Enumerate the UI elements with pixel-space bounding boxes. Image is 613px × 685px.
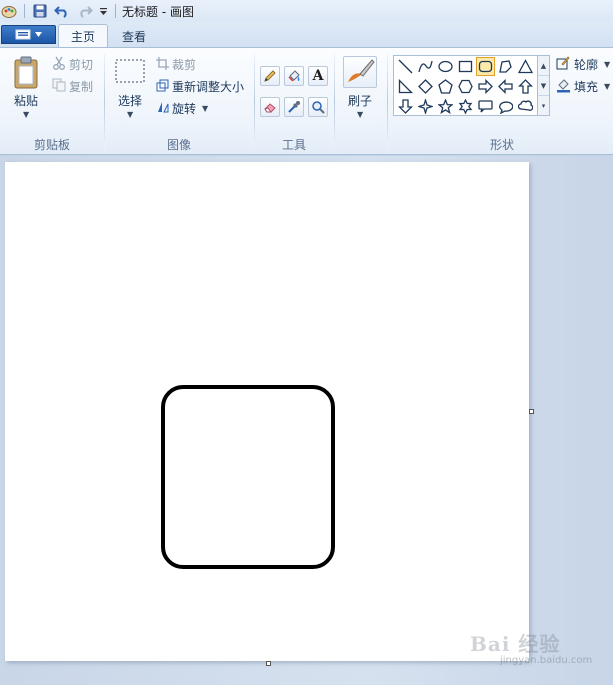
crop-icon (156, 57, 169, 70)
quick-access-separator (115, 4, 116, 18)
shapes-gallery (393, 55, 538, 116)
quick-access-separator (24, 4, 25, 18)
tools-group-label: 工具 (281, 138, 306, 152)
triangle-shape-icon[interactable] (516, 57, 535, 76)
copy-button[interactable]: 复制 (69, 78, 93, 95)
gallery-scroll-up-icon[interactable]: ▲ (538, 56, 549, 76)
group-separator (104, 54, 105, 150)
watermark-text: Bai 经验 (470, 632, 561, 656)
canvas-resize-handle-right[interactable] (529, 409, 534, 414)
paste-label: 粘贴 (13, 94, 38, 108)
outline-icon (556, 56, 570, 70)
magnifier-tool-button[interactable] (308, 97, 328, 117)
copy-icon (52, 78, 66, 92)
shapes-group-label: 形状 (489, 138, 514, 152)
pentagon-shape-icon[interactable] (436, 77, 455, 96)
group-separator (334, 54, 335, 150)
gallery-expand-icon[interactable]: ▾ (538, 96, 549, 116)
select-label: 选择 (117, 94, 142, 108)
rotate-icon (156, 100, 170, 113)
right-triangle-shape-icon[interactable] (396, 77, 415, 96)
eraser-tool-button[interactable] (260, 97, 280, 117)
cut-button[interactable]: 剪切 (69, 56, 93, 73)
watermark-subtext: jingyan.baidu.com (500, 655, 593, 666)
cut-icon (52, 56, 66, 70)
four-point-star-shape-icon[interactable] (416, 97, 435, 116)
crop-button[interactable]: 裁剪 (172, 56, 196, 73)
brushes-label: 刷子 (347, 94, 372, 108)
right-arrow-shape-icon[interactable] (476, 77, 495, 96)
paste-chevron-down-icon[interactable]: ▼ (23, 110, 29, 119)
oval-callout-shape-icon[interactable] (496, 97, 515, 116)
text-tool-button[interactable]: A (308, 66, 328, 86)
file-menu-button[interactable] (1, 25, 56, 44)
outline-button[interactable]: 轮廓 (574, 56, 598, 73)
rounded-rectangle-shape-icon[interactable] (476, 57, 495, 76)
text-icon: A (312, 68, 324, 84)
save-icon[interactable] (31, 2, 49, 20)
resize-icon (156, 79, 169, 92)
eraser-icon (264, 103, 276, 113)
group-separator (254, 54, 255, 150)
canvas-resize-handle-bottom[interactable] (266, 661, 271, 666)
magnifier-icon (312, 101, 325, 114)
file-menu-icon (15, 29, 31, 40)
tab-home[interactable]: 主页 (58, 24, 109, 48)
group-separator (387, 54, 388, 150)
customize-toolbar-icon[interactable] (97, 2, 109, 20)
outline-chevron-down-icon[interactable]: ▼ (604, 60, 610, 69)
line-shape-icon[interactable] (396, 57, 415, 76)
pencil-tool-button[interactable] (260, 66, 280, 86)
pencil-icon (264, 70, 276, 82)
fill-chevron-down-icon[interactable]: ▼ (604, 82, 610, 91)
brush-icon (348, 59, 375, 82)
chevron-down-icon (35, 32, 42, 37)
gallery-scroll-down-icon[interactable]: ▼ (538, 76, 549, 96)
diamond-shape-icon[interactable] (416, 77, 435, 96)
clipboard-group-label: 剪贴板 (33, 138, 70, 152)
paste-button[interactable] (12, 56, 40, 90)
cloud-callout-shape-icon[interactable] (516, 97, 535, 116)
down-arrow-shape-icon[interactable] (396, 97, 415, 116)
color-picker-icon (288, 101, 300, 113)
up-arrow-shape-icon[interactable] (516, 77, 535, 96)
fill-bucket-icon (288, 70, 300, 82)
left-arrow-shape-icon[interactable] (496, 77, 515, 96)
clipboard-icon (14, 56, 38, 89)
drawn-rounded-rectangle[interactable] (161, 385, 335, 569)
shapes-gallery-scroll: ▲ ▼ ▾ (538, 55, 550, 116)
selection-rectangle-icon (115, 59, 145, 83)
image-group-label: 图像 (166, 138, 191, 152)
curve-shape-icon[interactable] (416, 57, 435, 76)
tab-home-label: 主页 (71, 30, 96, 44)
color-picker-tool-button[interactable] (284, 97, 304, 117)
resize-button[interactable]: 重新调整大小 (172, 78, 244, 95)
rotate-button[interactable]: 旋转 (172, 100, 196, 117)
polygon-shape-icon[interactable] (496, 57, 515, 76)
fill-button[interactable]: 填充 (574, 78, 598, 95)
fill-icon (556, 78, 571, 93)
redo-icon[interactable] (76, 2, 94, 20)
tab-view-label: 查看 (122, 29, 147, 44)
brushes-chevron-down-icon[interactable]: ▼ (357, 110, 363, 119)
six-point-star-shape-icon[interactable] (456, 97, 475, 116)
select-chevron-down-icon[interactable]: ▼ (127, 110, 133, 119)
undo-icon[interactable] (53, 2, 71, 20)
tab-view[interactable]: 查看 (110, 24, 158, 48)
paint-app-icon[interactable] (0, 2, 18, 20)
rectangle-shape-icon[interactable] (456, 57, 475, 76)
window-title: 无标题 - 画图 (122, 5, 194, 19)
five-point-star-shape-icon[interactable] (436, 97, 455, 116)
rotate-chevron-down-icon[interactable]: ▼ (202, 104, 208, 113)
select-button[interactable] (114, 58, 146, 84)
brushes-button[interactable] (343, 56, 377, 88)
hexagon-shape-icon[interactable] (456, 77, 475, 96)
fill-tool-button[interactable] (284, 66, 304, 86)
oval-shape-icon[interactable] (436, 57, 455, 76)
rounded-callout-shape-icon[interactable] (476, 97, 495, 116)
